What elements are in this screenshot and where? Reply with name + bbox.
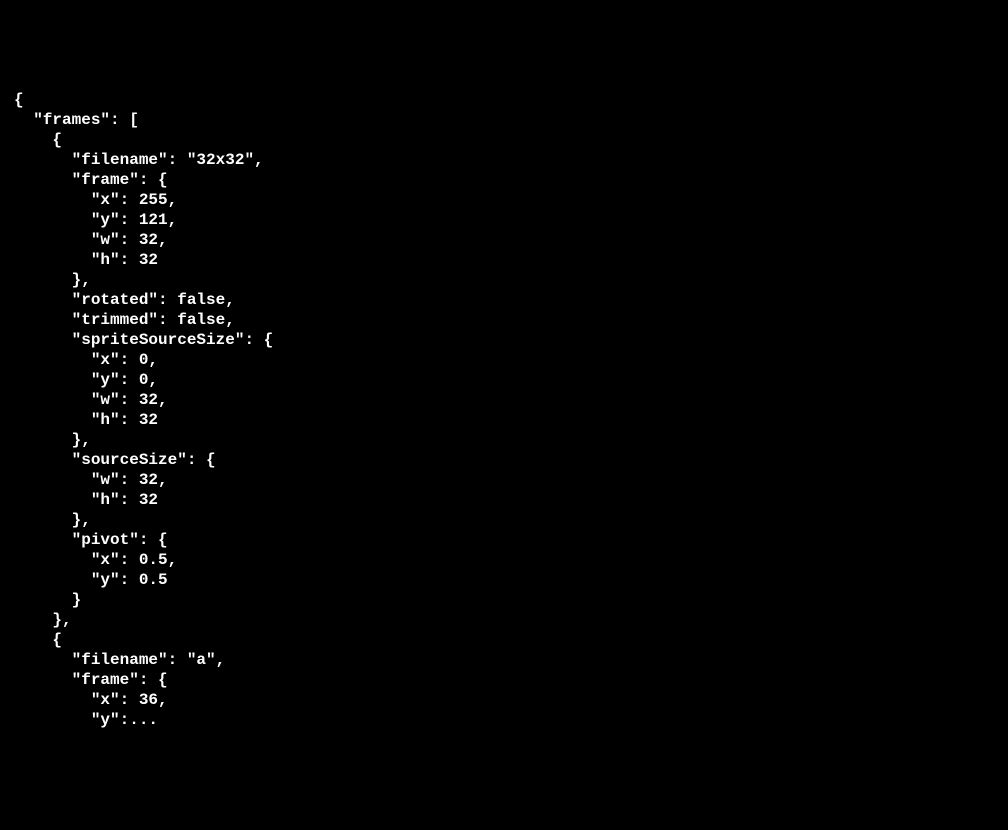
code-line: }, [14,510,994,530]
code-line: { [14,130,994,150]
code-line: }, [14,430,994,450]
code-line: { [14,630,994,650]
code-line: "filename": "a", [14,650,994,670]
code-line: "y": 121, [14,210,994,230]
code-line: "x": 255, [14,190,994,210]
code-line: "x": 36, [14,690,994,710]
code-line: "trimmed": false, [14,310,994,330]
code-line: "frame": { [14,170,994,190]
code-line: "spriteSourceSize": { [14,330,994,350]
code-line: "w": 32, [14,230,994,250]
code-line: "w": 32, [14,390,994,410]
code-line: }, [14,270,994,290]
code-line: "h": 32 [14,410,994,430]
code-line: "y":... [14,710,994,730]
code-line: "frame": { [14,670,994,690]
code-line: "x": 0, [14,350,994,370]
code-line: }, [14,610,994,630]
code-line: "h": 32 [14,250,994,270]
code-line: "filename": "32x32", [14,150,994,170]
code-line: "x": 0.5, [14,550,994,570]
code-line: "pivot": { [14,530,994,550]
code-line: "sourceSize": { [14,450,994,470]
code-line: "w": 32, [14,470,994,490]
code-line: "y": 0.5 [14,570,994,590]
code-line: { [14,90,994,110]
code-block: { "frames": [ { "filename": "32x32", "fr… [14,90,994,730]
code-line: "y": 0, [14,370,994,390]
code-line: "frames": [ [14,110,994,130]
code-line: } [14,590,994,610]
code-line: "rotated": false, [14,290,994,310]
code-line: "h": 32 [14,490,994,510]
